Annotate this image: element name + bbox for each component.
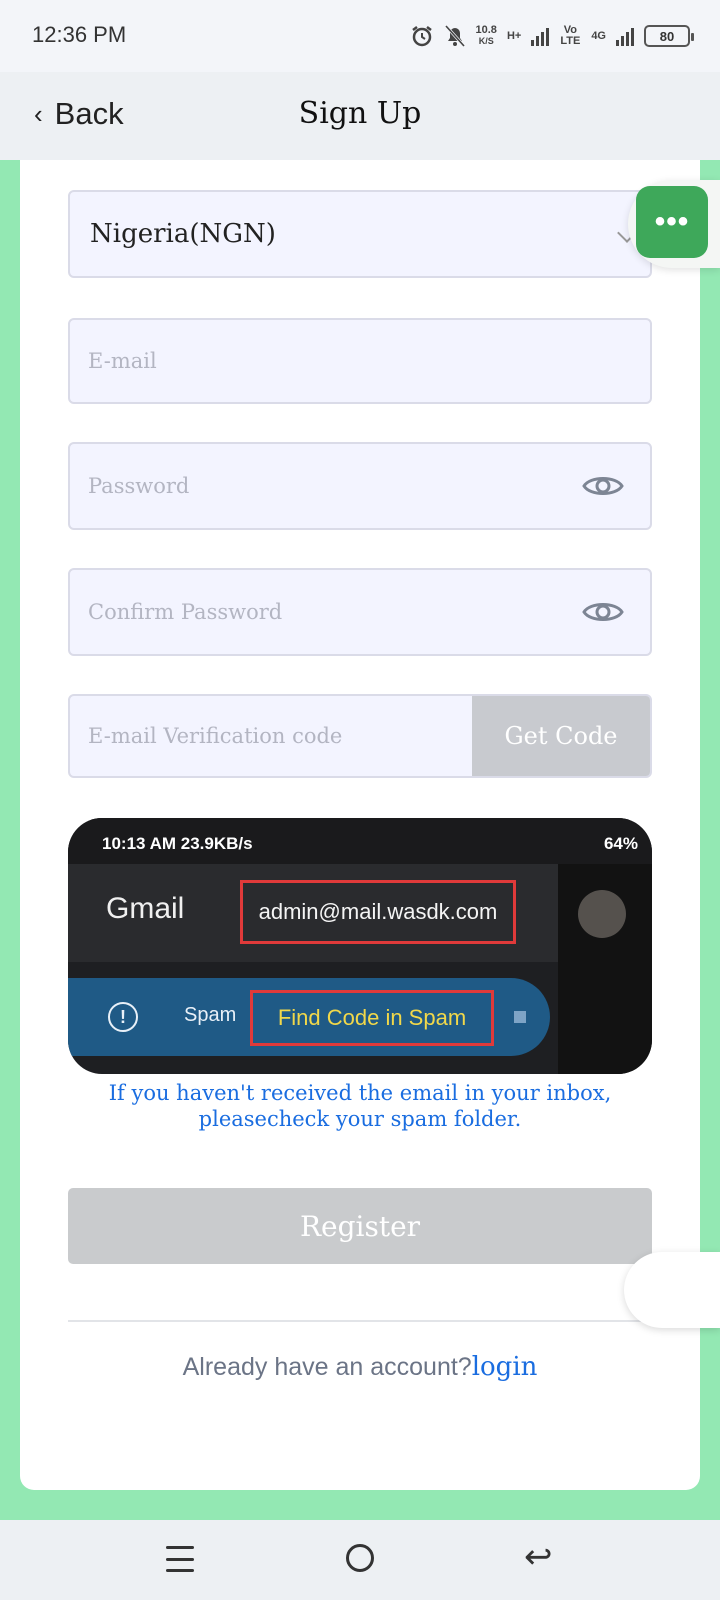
email-placeholder: E-mail (88, 349, 157, 373)
floating-chat-widget: ••• (628, 180, 720, 268)
battery-level: 80 (659, 28, 675, 44)
confirm-password-field[interactable]: Confirm Password (68, 568, 652, 656)
confirm-password-placeholder: Confirm Password (88, 600, 283, 624)
square-icon (514, 1011, 526, 1023)
network-type-1: H+ (506, 29, 522, 42)
battery-icon: 80 (644, 25, 694, 47)
back-icon[interactable]: ↩ (524, 1540, 553, 1574)
system-nav-bar: ↩ (0, 1520, 720, 1600)
alarm-icon (411, 26, 432, 47)
mute-bell-icon (444, 24, 465, 48)
hint-side-panel (558, 864, 652, 1074)
floating-side-tab[interactable] (624, 1252, 720, 1328)
net-speed: 10.8 K/S (476, 25, 497, 47)
spam-hint-image: 10:13 AM 23.9KB/s 64% Gmail admin@mail.w… (68, 818, 652, 1074)
eye-icon[interactable] (582, 598, 624, 626)
hint-status-right: 64% (603, 834, 638, 853)
hint-email-address: admin@mail.wasdk.com (240, 880, 516, 944)
status-icons: 10.8 K/S H+ Vo LTE 4G 80 (410, 20, 694, 52)
status-bar: 12:36 PM 10.8 K/S H+ Vo LTE 4G 80 (0, 0, 720, 72)
password-field[interactable]: Password (68, 442, 652, 530)
hint-status-bar: 10:13 AM 23.9KB/s 64% (68, 818, 652, 864)
already-have-account-text: Already have an account? (182, 1353, 472, 1381)
home-icon[interactable] (346, 1544, 374, 1572)
country-select-value: Nigeria(NGN) (90, 219, 276, 249)
divider (68, 1320, 652, 1322)
net-speed-unit: K/S (478, 36, 494, 46)
hint-spam-label: Spam (184, 1004, 237, 1026)
email-field[interactable]: E-mail (68, 318, 652, 404)
register-button[interactable]: Register (68, 1188, 652, 1264)
more-dots-icon[interactable]: ••• (636, 186, 708, 258)
spam-hint-text: If you haven't received the email in you… (108, 1081, 612, 1131)
hint-spam-row: ! Spam Find Code in Spam (68, 978, 550, 1056)
country-select[interactable]: Nigeria(NGN) (68, 190, 652, 278)
net-speed-value: 10.8 (475, 24, 497, 36)
hint-gmail-row: Gmail admin@mail.wasdk.com (68, 864, 558, 962)
avatar (578, 890, 626, 938)
signal-icon-2 (616, 26, 634, 46)
status-time: 12:36 PM (32, 22, 127, 47)
top-bar: ‹ Back Sign Up (0, 72, 720, 160)
network-type-2: 4G (591, 29, 606, 42)
verification-placeholder: E-mail Verification code (88, 724, 343, 748)
menu-icon[interactable] (166, 1546, 194, 1572)
hint-status-left: 10:13 AM 23.9KB/s (102, 834, 253, 853)
hint-find-code: Find Code in Spam (250, 990, 494, 1046)
page-title: Sign Up (298, 96, 422, 131)
volte-badge: Vo LTE (560, 24, 581, 47)
password-placeholder: Password (88, 474, 190, 498)
eye-icon[interactable] (582, 472, 624, 500)
login-link[interactable]: login (472, 1352, 538, 1382)
login-prompt: Already have an account?login (0, 1352, 720, 1382)
get-code-button[interactable]: Get Code (472, 696, 650, 776)
alert-icon: ! (108, 1002, 138, 1032)
hint-gmail-label: Gmail (106, 892, 185, 925)
signal-icon-1 (531, 26, 550, 46)
verification-code-field[interactable]: E-mail Verification code Get Code (68, 694, 652, 778)
